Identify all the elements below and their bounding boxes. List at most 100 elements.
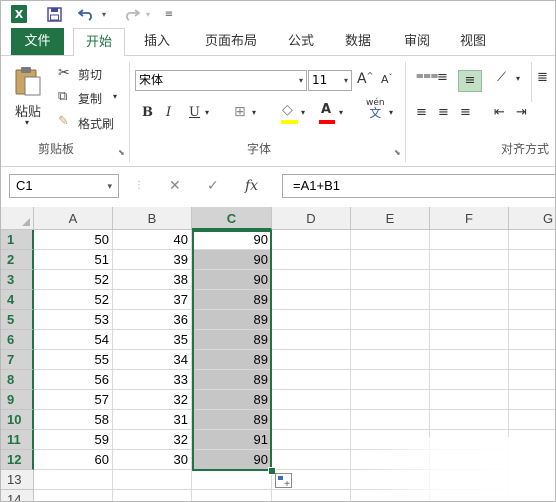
- cell-a12[interactable]: 60: [34, 450, 113, 470]
- cell-f1[interactable]: [430, 230, 509, 250]
- cell-e3[interactable]: [351, 270, 430, 290]
- align-center-icon[interactable]: ≡: [438, 105, 449, 120]
- align-top-icon[interactable]: ⩶: [416, 68, 438, 83]
- column-header-f[interactable]: F: [430, 207, 509, 230]
- cell-g3[interactable]: [509, 270, 555, 290]
- column-header-d[interactable]: D: [272, 207, 351, 230]
- cell-f4[interactable]: [430, 290, 509, 310]
- column-header-g[interactable]: G: [509, 207, 555, 230]
- cell-d14[interactable]: [272, 490, 351, 501]
- cell-a4[interactable]: 52: [34, 290, 113, 310]
- cell-e8[interactable]: [351, 370, 430, 390]
- save-icon[interactable]: [45, 5, 63, 23]
- cell-a3[interactable]: 52: [34, 270, 113, 290]
- cell-e5[interactable]: [351, 310, 430, 330]
- align-right-icon[interactable]: ≡: [460, 105, 471, 120]
- cell-a9[interactable]: 57: [34, 390, 113, 410]
- orientation-dropdown-icon[interactable]: ▾: [516, 74, 520, 83]
- formula-input[interactable]: =A1+B1: [282, 174, 555, 198]
- cell-e2[interactable]: [351, 250, 430, 270]
- cell-f3[interactable]: [430, 270, 509, 290]
- cell-d2[interactable]: [272, 250, 351, 270]
- cell-e10[interactable]: [351, 410, 430, 430]
- row-header[interactable]: 7: [1, 350, 34, 370]
- cell-g6[interactable]: [509, 330, 555, 350]
- cell-a13[interactable]: [34, 470, 113, 490]
- cell-d8[interactable]: [272, 370, 351, 390]
- cell-c8[interactable]: 89: [192, 370, 272, 390]
- font-launcher-icon[interactable]: ⬊: [394, 148, 401, 157]
- cell-f8[interactable]: [430, 370, 509, 390]
- cell-b1[interactable]: 40: [113, 230, 192, 250]
- name-box[interactable]: C1 ▾: [9, 174, 119, 198]
- column-header-c[interactable]: C: [192, 207, 272, 230]
- row-header[interactable]: 12: [1, 450, 34, 470]
- tab-data[interactable]: 数据: [338, 28, 378, 55]
- cell-c14[interactable]: [192, 490, 272, 501]
- cell-b4[interactable]: 37: [113, 290, 192, 310]
- font-color-button[interactable]: A: [321, 102, 331, 117]
- row-header[interactable]: 8: [1, 370, 34, 390]
- customize-qat-icon[interactable]: ≡: [163, 5, 175, 23]
- row-header[interactable]: 14: [1, 490, 34, 501]
- cell-d11[interactable]: [272, 430, 351, 450]
- cell-a7[interactable]: 55: [34, 350, 113, 370]
- tab-view[interactable]: 视图: [453, 28, 493, 55]
- enter-icon[interactable]: ✓: [207, 174, 219, 198]
- cell-a1[interactable]: 50: [34, 230, 113, 250]
- align-left-icon[interactable]: ≡: [416, 105, 427, 120]
- row-header[interactable]: 3: [1, 270, 34, 290]
- cell-c4[interactable]: 89: [192, 290, 272, 310]
- cell-f9[interactable]: [430, 390, 509, 410]
- cell-a6[interactable]: 54: [34, 330, 113, 350]
- undo-dropdown-icon[interactable]: ▾: [99, 5, 109, 23]
- cell-f10[interactable]: [430, 410, 509, 430]
- cell-g10[interactable]: [509, 410, 555, 430]
- cell-a10[interactable]: 58: [34, 410, 113, 430]
- cell-d7[interactable]: [272, 350, 351, 370]
- row-header[interactable]: 6: [1, 330, 34, 350]
- underline-dropdown-icon[interactable]: ▾: [205, 108, 209, 117]
- cell-d10[interactable]: [272, 410, 351, 430]
- phonetic-dropdown-icon[interactable]: ▾: [389, 108, 393, 117]
- borders-icon[interactable]: ⊞: [234, 104, 246, 120]
- cell-d4[interactable]: [272, 290, 351, 310]
- cell-b12[interactable]: 30: [113, 450, 192, 470]
- orientation-icon[interactable]: ⟋: [497, 70, 506, 85]
- cell-g9[interactable]: [509, 390, 555, 410]
- cell-f2[interactable]: [430, 250, 509, 270]
- cell-c11[interactable]: 91: [192, 430, 272, 450]
- column-header-a[interactable]: A: [34, 207, 113, 230]
- grow-font-button[interactable]: A^: [357, 71, 373, 87]
- tab-home[interactable]: 开始: [73, 28, 125, 56]
- cell-a2[interactable]: 51: [34, 250, 113, 270]
- cell-g5[interactable]: [509, 310, 555, 330]
- cell-f5[interactable]: [430, 310, 509, 330]
- wrap-text-icon[interactable]: ≣: [537, 70, 548, 85]
- cell-f6[interactable]: [430, 330, 509, 350]
- cell-b13[interactable]: [113, 470, 192, 490]
- cell-e4[interactable]: [351, 290, 430, 310]
- font-name-combo[interactable]: 宋体 ▾: [135, 70, 307, 91]
- cell-b8[interactable]: 33: [113, 370, 192, 390]
- cell-c7[interactable]: 89: [192, 350, 272, 370]
- cell-c12[interactable]: 90: [192, 450, 272, 470]
- row-header[interactable]: 5: [1, 310, 34, 330]
- cell-b6[interactable]: 35: [113, 330, 192, 350]
- cell-d12[interactable]: [272, 450, 351, 470]
- tab-page-layout[interactable]: 页面布局: [197, 28, 265, 55]
- cell-d6[interactable]: [272, 330, 351, 350]
- row-header[interactable]: 1: [1, 230, 34, 250]
- align-middle-icon[interactable]: ≡: [437, 70, 448, 85]
- cell-a11[interactable]: 59: [34, 430, 113, 450]
- italic-button[interactable]: I: [166, 105, 171, 120]
- row-header[interactable]: 13: [1, 470, 34, 490]
- cell-a8[interactable]: 56: [34, 370, 113, 390]
- cell-e6[interactable]: [351, 330, 430, 350]
- row-header[interactable]: 4: [1, 290, 34, 310]
- tab-review[interactable]: 审阅: [397, 28, 437, 55]
- formula-bar-grip-icon[interactable]: ⋮: [134, 174, 144, 198]
- cell-c6[interactable]: 89: [192, 330, 272, 350]
- row-header[interactable]: 9: [1, 390, 34, 410]
- cell-e1[interactable]: [351, 230, 430, 250]
